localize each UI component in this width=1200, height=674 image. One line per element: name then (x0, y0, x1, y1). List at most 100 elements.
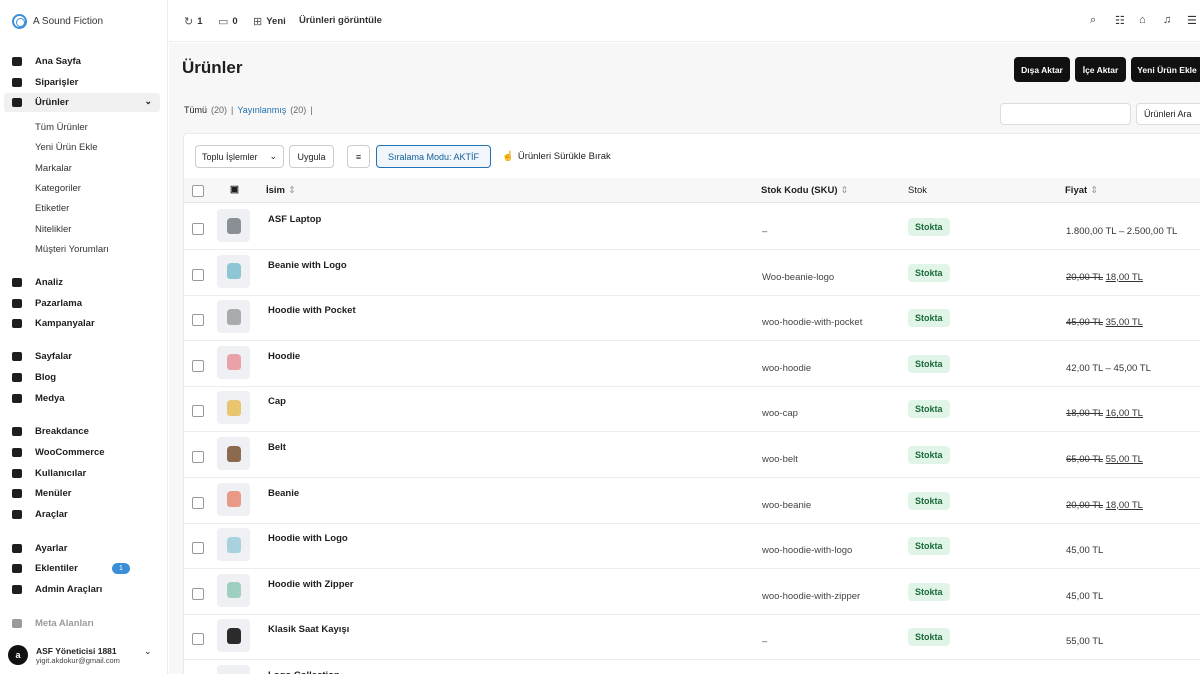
sidebar-item-6[interactable]: Sayfalar (4, 347, 160, 366)
sidebar-item-8[interactable]: Medya (4, 389, 160, 408)
bulk-actions-select[interactable]: Toplu İşlemler ⌄ (195, 145, 284, 168)
sidebar-subitem[interactable]: Nitelikler (35, 224, 71, 235)
sidebar-subitem[interactable]: Tüm Ürünler (35, 122, 88, 133)
table-row[interactable]: Belt woo-belt Stokta 65,00 TL 55,00 TL (184, 432, 1200, 478)
product-name[interactable]: Hoodie with Pocket (268, 305, 356, 316)
row-checkbox[interactable] (192, 496, 204, 509)
table-row[interactable]: Hoodie woo-hoodie Stokta 42,00 TL – 45,00 T… (184, 341, 1200, 387)
sidebar-subitem[interactable]: Kategoriler (35, 183, 81, 194)
table-row[interactable]: Cap woo-cap Stokta 18,00 TL 16,00 TL (184, 386, 1200, 433)
column-sku[interactable]: Stok Kodu (SKU) ⇕ (761, 185, 849, 196)
sidebar-item-label: Ürünler (35, 97, 69, 108)
row-checkbox[interactable] (192, 405, 204, 418)
view-products-link[interactable]: Ürünleri görüntüle (299, 15, 382, 26)
drag-drop-button[interactable]: ☝ Ürünleri Sürükle Bırak (502, 151, 611, 162)
product-name[interactable]: Beanie (268, 488, 299, 499)
product-name[interactable]: Cap (268, 396, 286, 407)
row-checkbox[interactable] (192, 451, 204, 463)
sidebar-item-label: Ana Sayfa (35, 56, 81, 67)
table-row[interactable]: Hoodie with Pocket woo-hoodie-with-pocket… (184, 295, 1200, 342)
search-input[interactable] (1000, 103, 1131, 125)
product-thumbnail[interactable] (217, 619, 250, 653)
column-price[interactable]: Fiyat ⇕ (1065, 185, 1098, 196)
sidebar-item-11[interactable]: Kullanıcılar (4, 464, 160, 483)
select-all-checkbox[interactable] (192, 185, 204, 197)
table-row[interactable]: Klasik Saat Kayışı – Stokta 55,00 TL (184, 614, 1200, 661)
table-row[interactable]: Hoodie with Zipper woo-hoodie-with-zipper… (184, 569, 1200, 615)
product-thumbnail[interactable] (217, 482, 250, 516)
row-checkbox[interactable] (192, 587, 204, 600)
row-checkbox[interactable] (192, 542, 204, 555)
sidebar-item-0[interactable]: Ana Sayfa (4, 52, 160, 71)
sidebar-subitem[interactable]: Müşteri Yorumları (35, 244, 109, 255)
sidebar-item-14[interactable]: Ayarlar (4, 539, 160, 558)
updates-indicator[interactable]: ↻ 1 (184, 15, 203, 28)
sidebar-item-3[interactable]: Analiz (4, 273, 160, 292)
sidebar-item-15[interactable]: Eklentiler (4, 559, 160, 578)
product-thumbnail[interactable] (217, 254, 250, 288)
sidebar-item-5[interactable]: Kampanyalar (4, 314, 160, 333)
product-thumbnail[interactable] (217, 528, 250, 562)
product-thumbnail[interactable] (217, 300, 250, 334)
table-row[interactable]: Beanie woo-beanie Stokta 20,00 TL 18,00 TL (184, 478, 1200, 524)
product-name[interactable]: Klasik Saat Kayışı (268, 624, 349, 635)
sidebar-item-9[interactable]: Breakdance (4, 422, 160, 441)
product-thumbnail[interactable] (217, 209, 250, 242)
sidebar-item-17[interactable]: Meta Alanları (4, 614, 160, 633)
row-checkbox[interactable] (192, 268, 204, 281)
product-name[interactable]: Hoodie with Logo (268, 533, 348, 544)
row-checkbox[interactable] (192, 633, 204, 646)
sidebar-item-12[interactable]: Menüler (4, 484, 160, 503)
sort-mode-button[interactable]: Sıralama Modu: AKTİF (376, 145, 491, 168)
sidebar-item-10[interactable]: WooCommerce (4, 443, 160, 462)
sidebar-item-2[interactable]: Ürünler ⌄ (4, 93, 160, 112)
sidebar-item-4[interactable]: Pazarlama (4, 294, 160, 313)
table-row[interactable]: Beanie with Logo Woo-beanie-logo Stokta 20,… (184, 250, 1200, 296)
brand[interactable]: A Sound Fiction (12, 14, 103, 29)
stock-badge: Stokta (908, 628, 950, 647)
sidebar-subitem[interactable]: Etiketler (35, 203, 69, 214)
new-menu[interactable]: ⊞ Yeni (253, 15, 286, 28)
export-button[interactable]: Dışa Aktar (1014, 57, 1070, 82)
sidebar-item-16[interactable]: Admin Araçları (4, 580, 160, 599)
table-row[interactable]: Logo Collection (184, 660, 1200, 674)
sliders-icon[interactable]: ☷ (1115, 14, 1125, 27)
add-product-button[interactable]: Yeni Ürün Ekle (1131, 57, 1200, 82)
search-button[interactable]: Ürünleri Ara (1136, 103, 1200, 125)
import-button[interactable]: İçe Aktar (1075, 57, 1126, 82)
product-name[interactable]: Hoodie with Zipper (268, 579, 354, 590)
sidebar-item-7[interactable]: Blog (4, 368, 160, 387)
product-thumbnail[interactable] (217, 437, 250, 470)
column-name[interactable]: İsim ⇕ (266, 185, 296, 196)
table-row[interactable]: ASF Laptop – Stokta 1.800,00 TL – 2.500,00 … (184, 204, 1200, 250)
chevron-down-icon[interactable]: ⌄ (144, 646, 152, 657)
product-thumbnail[interactable] (217, 391, 250, 425)
table-row[interactable]: Hoodie with Logo woo-hoodie-with-logo Stok… (184, 523, 1200, 570)
product-thumbnail[interactable] (217, 573, 250, 607)
menu-icon[interactable]: ☰ (1187, 14, 1197, 27)
sidebar-item-1[interactable]: Siparişler (4, 73, 160, 92)
apply-button[interactable]: Uygula (289, 145, 334, 168)
filter-all[interactable]: Tümü (184, 105, 207, 115)
product-name[interactable]: Logo Collection (268, 670, 340, 674)
filter-icon[interactable]: ≡ (347, 145, 370, 168)
filter-published[interactable]: Yayınlanmış (237, 105, 286, 115)
product-name[interactable]: Hoodie (268, 351, 300, 362)
product-image-icon (226, 627, 241, 644)
product-thumbnail[interactable] (217, 665, 250, 674)
sidebar-item-13[interactable]: Araçlar (4, 505, 160, 524)
product-name[interactable]: Belt (268, 442, 286, 453)
product-thumbnail[interactable] (217, 345, 250, 379)
bell-icon[interactable]: ♫ (1163, 14, 1171, 26)
user-profile[interactable]: a ASF Yöneticisi 1881 yigit.akdokur@gmai… (8, 645, 120, 665)
row-checkbox[interactable] (192, 314, 204, 327)
row-checkbox[interactable] (192, 223, 204, 235)
home-icon[interactable]: ⌂ (1139, 14, 1146, 26)
search-icon[interactable]: ⌕ (1090, 14, 1096, 27)
sidebar-subitem[interactable]: Markalar (35, 163, 72, 174)
product-name[interactable]: ASF Laptop (268, 214, 321, 225)
product-name[interactable]: Beanie with Logo (268, 260, 347, 271)
comments-indicator[interactable]: ▭ 0 (218, 15, 238, 28)
sidebar-subitem[interactable]: Yeni Ürün Ekle (35, 142, 98, 153)
row-checkbox[interactable] (192, 359, 204, 372)
